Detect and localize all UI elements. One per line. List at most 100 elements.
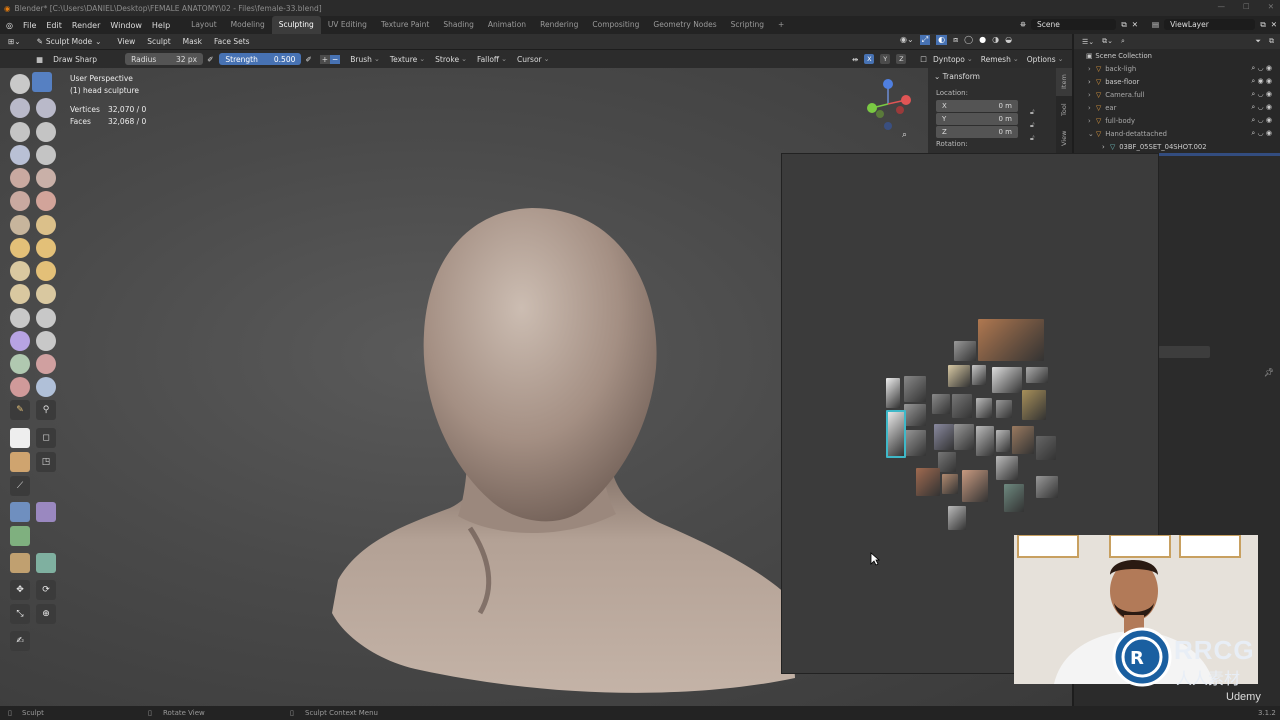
pinch-tool[interactable] bbox=[10, 238, 30, 258]
color-filter-tool[interactable] bbox=[10, 526, 30, 546]
mask-tool[interactable] bbox=[10, 377, 30, 397]
strength-field[interactable]: Strength 0.500 bbox=[219, 53, 302, 65]
tab-geometry-nodes[interactable]: Geometry Nodes bbox=[646, 16, 723, 34]
box-face-set-tool[interactable] bbox=[10, 452, 30, 472]
outliner-item[interactable]: › ▽ ear ⌕ ◡ ◉ bbox=[1074, 101, 1280, 114]
tab-compositing[interactable]: Compositing bbox=[585, 16, 646, 34]
rotate-tool[interactable] bbox=[36, 308, 56, 328]
dyntopo-dropdown[interactable]: Dyntopo bbox=[933, 55, 973, 64]
remesh-dropdown[interactable]: Remesh bbox=[981, 55, 1019, 64]
reference-image-thumbnail[interactable] bbox=[948, 365, 970, 387]
lock-y-icon[interactable]: 🔓︎ bbox=[1030, 119, 1035, 132]
reference-image-thumbnail[interactable] bbox=[942, 474, 958, 494]
outliner-item[interactable]: › ▽ Camera.full ⌕ ◡ ◉ bbox=[1074, 88, 1280, 101]
location-z-field[interactable]: Z 0 m bbox=[936, 126, 1018, 138]
scene-selector[interactable]: ⛯ Scene ⧉ ✕ bbox=[1020, 17, 1138, 32]
tab-layout[interactable]: Layout bbox=[184, 16, 224, 34]
reference-image-thumbnail-selected[interactable] bbox=[886, 410, 906, 458]
flatten-tool[interactable] bbox=[10, 191, 30, 211]
cursor-dropdown[interactable]: Cursor bbox=[517, 55, 550, 64]
new-collection-icon[interactable]: ⧉ bbox=[1269, 37, 1274, 46]
outliner-item[interactable]: › ▽ full-body ⌕ ◡ ◉ bbox=[1074, 114, 1280, 127]
visibility-toggles[interactable]: ⌕ ◡ ◉ bbox=[1251, 103, 1272, 112]
lock-x-icon[interactable]: 🔓︎ bbox=[1030, 106, 1035, 119]
blob-tool[interactable] bbox=[36, 145, 56, 165]
reference-image-thumbnail[interactable] bbox=[1036, 436, 1056, 460]
tab-view[interactable]: View bbox=[1056, 124, 1072, 152]
axis-z-toggle[interactable]: Z bbox=[896, 54, 907, 64]
boundary-tool[interactable] bbox=[36, 331, 56, 351]
transform-panel-header[interactable]: ⌄ Transform bbox=[928, 68, 1056, 85]
visibility-toggles[interactable]: ⌕ ◡ ◉ bbox=[1251, 90, 1272, 99]
reference-image-thumbnail[interactable] bbox=[996, 456, 1018, 480]
simplify-tool[interactable] bbox=[36, 354, 56, 374]
menu-file[interactable]: File bbox=[23, 21, 36, 30]
tab-animation[interactable]: Animation bbox=[481, 16, 533, 34]
pressure-radius-icon[interactable]: ✐ bbox=[207, 55, 213, 64]
crease-tool[interactable] bbox=[10, 168, 30, 188]
outliner-item[interactable]: › ▽ 03BF_05SET_04SHOT.002 bbox=[1074, 140, 1280, 153]
menu-window[interactable]: Window bbox=[110, 21, 142, 30]
reference-image-thumbnail[interactable] bbox=[1026, 367, 1048, 383]
box-trim-tool[interactable]: ◳ bbox=[36, 452, 56, 472]
reference-image-thumbnail[interactable] bbox=[934, 424, 954, 450]
reference-image-thumbnail[interactable] bbox=[962, 470, 988, 502]
axis-x-toggle[interactable]: X bbox=[864, 54, 875, 64]
add-workspace-icon[interactable]: + bbox=[771, 16, 791, 34]
maximize-icon[interactable]: ☐ bbox=[1243, 2, 1250, 11]
reference-image-thumbnail[interactable] bbox=[996, 430, 1010, 452]
reference-image-thumbnail[interactable] bbox=[948, 506, 966, 530]
falloff-dropdown[interactable]: Falloff bbox=[477, 55, 507, 64]
reference-image-thumbnail[interactable] bbox=[904, 404, 926, 426]
reference-image-thumbnail[interactable] bbox=[1022, 390, 1046, 420]
move-tool[interactable]: ✥ bbox=[10, 580, 30, 600]
menu-mask[interactable]: Mask bbox=[183, 37, 202, 46]
menu-edit[interactable]: Edit bbox=[46, 21, 62, 30]
menu-sculpt[interactable]: Sculpt bbox=[147, 37, 170, 46]
search-icon[interactable]: ⌕ bbox=[1121, 37, 1125, 46]
pose-tool[interactable] bbox=[36, 284, 56, 304]
minimize-icon[interactable]: — bbox=[1217, 2, 1225, 11]
visibility-toggles[interactable]: ⌕ ◡ ◉ bbox=[1251, 116, 1272, 125]
visibility-toggles[interactable]: ⌕ ◡ ◉ bbox=[1251, 129, 1272, 138]
paint-tool[interactable]: ✎ bbox=[10, 400, 30, 420]
blender-menu-icon[interactable]: ◎ bbox=[6, 21, 13, 30]
tab-modeling[interactable]: Modeling bbox=[224, 16, 272, 34]
reference-image-thumbnail[interactable] bbox=[938, 452, 956, 472]
transform-tool[interactable]: ⊕ bbox=[36, 604, 56, 624]
gizmo-icon[interactable]: ⤢ bbox=[919, 35, 931, 45]
smear-tool[interactable]: ⚲ bbox=[36, 400, 56, 420]
axis-gizmo-icon[interactable] bbox=[862, 74, 918, 130]
navigation-gizmo[interactable] bbox=[862, 74, 918, 130]
box-mask-tool[interactable] bbox=[10, 428, 30, 448]
menu-view[interactable]: View bbox=[117, 37, 135, 46]
brush-dropdown[interactable]: Brush bbox=[350, 55, 380, 64]
new-scene-icon[interactable]: ⧉ bbox=[1121, 20, 1126, 30]
stroke-dropdown[interactable]: Stroke bbox=[435, 55, 467, 64]
nudge-tool[interactable] bbox=[10, 308, 30, 328]
elastic-deform-tool[interactable] bbox=[10, 261, 30, 281]
editor-type-icon[interactable]: ⊞⌄ bbox=[8, 37, 21, 46]
slide-relax-tool[interactable] bbox=[10, 331, 30, 351]
visibility-icon[interactable]: ◉⌄ bbox=[900, 35, 914, 45]
tab-uv-editing[interactable]: UV Editing bbox=[321, 16, 374, 34]
radius-field[interactable]: Radius 32 px bbox=[125, 53, 204, 65]
display-mode-icon[interactable]: ⧉⌄ bbox=[1102, 37, 1113, 46]
texture-dropdown[interactable]: Texture bbox=[390, 55, 425, 64]
filter-icon[interactable]: ⏷ bbox=[1255, 37, 1261, 46]
annotate-tool[interactable]: ✍ bbox=[10, 631, 30, 651]
scale-tool[interactable]: ⤡ bbox=[10, 604, 30, 624]
location-x-field[interactable]: X 0 m bbox=[936, 100, 1018, 112]
box-hide-tool[interactable]: ◻ bbox=[36, 428, 56, 448]
solid-shading-icon[interactable]: ● bbox=[979, 35, 986, 45]
outliner-item[interactable]: › ▽ base-floor ⌕ ◉ ◉ bbox=[1074, 75, 1280, 88]
fill-tool[interactable] bbox=[36, 191, 56, 211]
outliner-item[interactable]: ⌄ ▽ Hand-detattached ⌕ ◡ ◉ bbox=[1074, 127, 1280, 140]
draw-sharp-tool[interactable] bbox=[10, 74, 30, 94]
overlay-icon[interactable]: ◐ bbox=[936, 35, 948, 45]
reference-image-thumbnail[interactable] bbox=[976, 426, 994, 456]
axis-y-toggle[interactable]: Y bbox=[880, 54, 891, 64]
menu-help[interactable]: Help bbox=[152, 21, 170, 30]
scene-name[interactable]: Scene bbox=[1031, 19, 1117, 30]
reference-image-thumbnail[interactable] bbox=[976, 398, 992, 418]
